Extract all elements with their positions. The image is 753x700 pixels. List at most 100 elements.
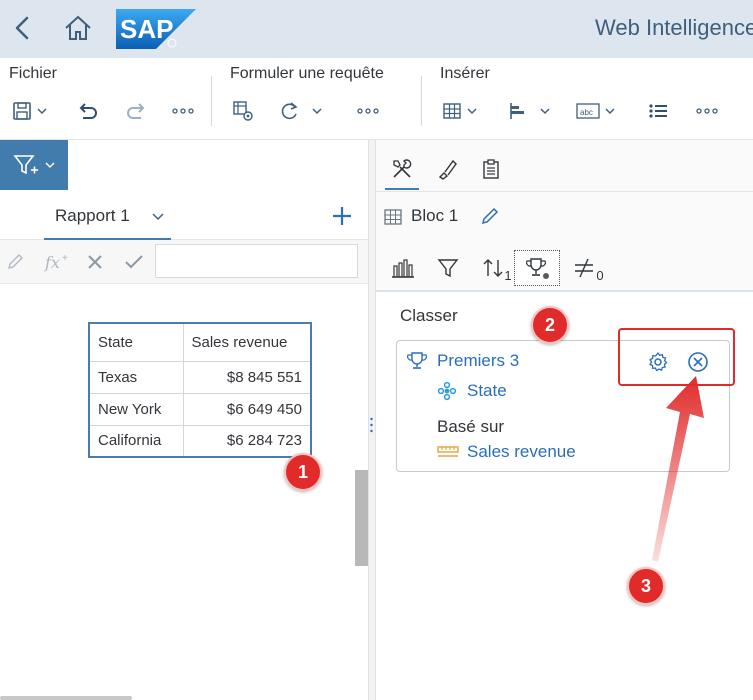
text-cell-icon: abc <box>576 103 600 119</box>
table-cell[interactable]: $8 845 551 <box>182 360 312 394</box>
cancel-formula-button[interactable] <box>86 248 104 276</box>
table-cell[interactable]: California <box>88 424 184 458</box>
add-report-button[interactable] <box>330 204 354 228</box>
close-icon <box>88 255 102 269</box>
more-icon <box>696 108 718 114</box>
chevron-down-icon <box>37 108 47 115</box>
block-header: Bloc 1 <box>376 192 753 240</box>
more-icon <box>357 108 379 114</box>
clipboard-icon <box>483 159 499 179</box>
insert-chart-button[interactable] <box>508 98 550 124</box>
panel-splitter[interactable] <box>368 140 376 700</box>
table-row[interactable]: New York $6 649 450 <box>88 392 312 426</box>
more-query-button[interactable] <box>357 98 379 124</box>
chevron-down-icon <box>45 162 55 169</box>
block-sub-tabs: 1 0 <box>376 240 753 292</box>
more-insert-button[interactable] <box>696 98 718 124</box>
annotation-badge-2: 2 <box>531 306 569 344</box>
chevron-down-icon <box>605 108 615 115</box>
tab-sort[interactable]: 1 <box>478 250 516 286</box>
save-button[interactable] <box>12 98 47 124</box>
column-header[interactable]: State <box>88 322 184 362</box>
tab-data[interactable] <box>474 152 508 186</box>
table-icon <box>443 103 461 119</box>
tab-build[interactable] <box>385 150 419 190</box>
ranking-title[interactable]: Premiers 3 <box>437 351 519 371</box>
ranking-dimension[interactable]: State <box>467 381 507 401</box>
ranking-title-row[interactable]: Premiers 3 <box>406 351 519 371</box>
report-table[interactable]: State Sales revenue Texas $8 845 551 New… <box>88 322 312 458</box>
ranking-dimension-row[interactable]: State <box>437 381 507 401</box>
sort-count: 1 <box>504 267 512 283</box>
table-cell[interactable]: $6 284 723 <box>182 424 312 458</box>
tab-rapport-1[interactable]: Rapport 1 <box>44 194 171 240</box>
svg-text:+: + <box>62 253 68 264</box>
grip-icon <box>370 417 373 433</box>
block-name: Bloc 1 <box>411 206 459 225</box>
main-toolbar: Fichier Formuler une requête Insérer abc <box>0 58 753 140</box>
edit-query-button[interactable] <box>232 98 254 124</box>
table-header-row: State Sales revenue <box>88 322 312 362</box>
ranking-measure[interactable]: Sales revenue <box>467 442 576 462</box>
ranking-measure-row[interactable]: Sales revenue <box>437 442 576 462</box>
ranking-section-title: Classer <box>400 306 458 325</box>
table-row[interactable]: California $6 284 723 <box>88 424 312 458</box>
filter-icon <box>437 259 459 278</box>
toolbar-separator <box>211 76 212 126</box>
formula-bar: fx + <box>0 240 368 284</box>
chevron-down-icon <box>467 108 477 115</box>
table-cell[interactable]: New York <box>88 392 184 426</box>
edit-formula-button[interactable] <box>6 248 24 276</box>
horizontal-scrollbar[interactable] <box>0 696 132 700</box>
redo-icon <box>127 103 145 119</box>
validate-formula-button[interactable] <box>124 248 144 276</box>
table-cell[interactable]: $6 649 450 <box>182 392 312 426</box>
column-header[interactable]: Sales revenue <box>182 322 312 362</box>
tab-ranking[interactable] <box>514 250 560 286</box>
sap-logo-text: SAP <box>120 14 173 44</box>
back-icon[interactable] <box>8 13 38 43</box>
svg-text:abc: abc <box>580 108 593 117</box>
insert-text-button[interactable]: abc <box>576 98 615 124</box>
redo-button[interactable] <box>124 98 146 124</box>
toolbar-group-fichier: Fichier <box>9 65 58 82</box>
pencil-icon[interactable] <box>480 206 500 226</box>
formula-input[interactable] <box>155 244 358 278</box>
insert-table-button[interactable] <box>442 98 477 124</box>
vertical-scrollbar[interactable] <box>355 470 368 566</box>
add-filter-button[interactable] <box>0 140 68 190</box>
app-title: Web Intelligence <box>595 15 753 40</box>
undo-button[interactable] <box>78 98 100 124</box>
report-tab-label: Rapport 1 <box>55 206 130 225</box>
trophy-icon <box>526 258 549 279</box>
toolbar-separator <box>421 76 422 126</box>
paintbrush-icon <box>438 159 457 180</box>
filter-add-icon <box>13 155 38 175</box>
save-icon <box>13 102 31 120</box>
function-button[interactable]: fx + <box>44 248 72 276</box>
toolbar-group-inserer: Insérer <box>440 65 490 82</box>
dimension-icon <box>437 381 457 401</box>
annotation-arrow <box>652 376 704 562</box>
refresh-button[interactable] <box>278 98 322 124</box>
table-row[interactable]: Texas $8 845 551 <box>88 360 312 394</box>
more-fichier-button[interactable] <box>172 98 194 124</box>
tab-format[interactable] <box>430 152 464 186</box>
refresh-icon <box>281 102 298 120</box>
pencil-icon <box>8 254 23 269</box>
measure-icon <box>437 446 459 457</box>
table-cell[interactable]: Texas <box>88 360 184 394</box>
tab-input-controls[interactable]: 0 <box>570 250 606 286</box>
home-icon[interactable] <box>62 13 94 43</box>
trophy-icon <box>407 352 427 369</box>
shell-bar: SAP Web Intelligence <box>0 0 753 58</box>
sap-logo: SAP <box>116 9 196 49</box>
insert-list-button[interactable] <box>648 98 668 124</box>
tab-filter[interactable] <box>434 250 462 286</box>
ranking-based-on-label: Basé sur <box>437 417 505 436</box>
tab-axes[interactable] <box>388 250 418 286</box>
input-control-count: 0 <box>596 267 604 283</box>
undo-icon <box>79 103 97 119</box>
sort-icon <box>483 259 503 277</box>
chevron-down-icon <box>312 108 322 115</box>
